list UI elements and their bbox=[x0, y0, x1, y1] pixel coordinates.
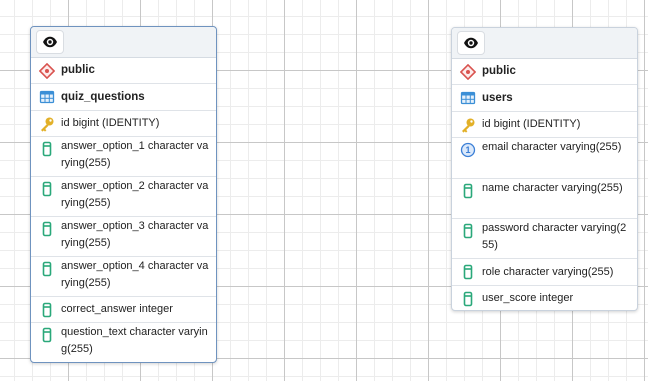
column-label: id bigint (IDENTITY) bbox=[61, 117, 160, 129]
eye-icon bbox=[463, 35, 479, 51]
column-icon bbox=[39, 327, 55, 343]
column-row[interactable]: answer_option_3 character varying(255) bbox=[31, 217, 216, 257]
schema-row: public bbox=[452, 59, 637, 85]
column-row[interactable]: question_text character varying(255) bbox=[31, 323, 216, 363]
toggle-details-button[interactable] bbox=[457, 31, 485, 55]
table-name: users bbox=[482, 91, 513, 104]
column-icon bbox=[460, 264, 476, 280]
table-name-row: users bbox=[452, 85, 637, 112]
column-icon bbox=[39, 141, 55, 157]
schema-icon bbox=[39, 63, 55, 79]
column-icon bbox=[39, 221, 55, 237]
column-icon bbox=[460, 183, 476, 199]
table-name-row: quiz_questions bbox=[31, 84, 216, 111]
column-row[interactable]: role character varying(255) bbox=[452, 259, 637, 286]
unique-constraint-icon: 1 bbox=[460, 142, 476, 158]
column-row[interactable]: answer_option_2 character varying(255) bbox=[31, 177, 216, 217]
column-icon bbox=[39, 181, 55, 197]
table-icon bbox=[460, 90, 476, 106]
schema-name: public bbox=[61, 64, 95, 76]
column-row[interactable]: answer_option_4 character varying(255) bbox=[31, 257, 216, 297]
table-icon bbox=[39, 89, 55, 105]
key-icon bbox=[460, 117, 476, 133]
column-label: correct_answer integer bbox=[61, 303, 173, 315]
column-row[interactable]: answer_option_1 character varying(255) bbox=[31, 137, 216, 177]
toggle-details-button[interactable] bbox=[36, 30, 64, 54]
column-row[interactable]: id bigint (IDENTITY) bbox=[452, 112, 637, 138]
column-label: email character varying(255) bbox=[482, 141, 622, 153]
column-icon bbox=[39, 261, 55, 277]
column-row[interactable]: id bigint (IDENTITY) bbox=[31, 111, 216, 137]
column-icon bbox=[460, 223, 476, 239]
column-row[interactable]: 1 email character varying(255) bbox=[452, 138, 637, 179]
column-label: answer_option_4 character varying(255) bbox=[61, 260, 209, 289]
column-label: name character varying(255) bbox=[482, 182, 623, 194]
schema-icon bbox=[460, 64, 476, 80]
column-row[interactable]: name character varying(255) bbox=[452, 179, 637, 219]
column-label: answer_option_1 character varying(255) bbox=[61, 140, 209, 169]
column-label: question_text character varying(255) bbox=[61, 326, 208, 355]
table-name: quiz_questions bbox=[61, 90, 145, 103]
column-label: answer_option_2 character varying(255) bbox=[61, 180, 209, 209]
column-icon bbox=[460, 291, 476, 307]
schema-row: public bbox=[31, 58, 216, 84]
column-icon bbox=[39, 302, 55, 318]
table-node-quiz-questions[interactable]: public quiz_questions id bigint (IDENTIT… bbox=[30, 26, 217, 363]
column-row[interactable]: user_score integer bbox=[452, 286, 637, 311]
key-icon bbox=[39, 116, 55, 132]
column-label: answer_option_3 character varying(255) bbox=[61, 220, 209, 249]
schema-name: public bbox=[482, 65, 516, 77]
column-label: user_score integer bbox=[482, 292, 574, 304]
table-node-header bbox=[452, 28, 637, 59]
column-row[interactable]: correct_answer integer bbox=[31, 297, 216, 323]
table-node-users[interactable]: public users id bigint (IDENTITY) 1 emai… bbox=[451, 27, 638, 311]
table-node-header bbox=[31, 27, 216, 58]
column-row[interactable]: password character varying(255) bbox=[452, 219, 637, 259]
column-label: password character varying(255) bbox=[482, 222, 627, 251]
column-label: id bigint (IDENTITY) bbox=[482, 118, 581, 130]
unique-badge: 1 bbox=[465, 145, 471, 155]
column-label: role character varying(255) bbox=[482, 265, 614, 278]
eye-icon bbox=[42, 34, 58, 50]
